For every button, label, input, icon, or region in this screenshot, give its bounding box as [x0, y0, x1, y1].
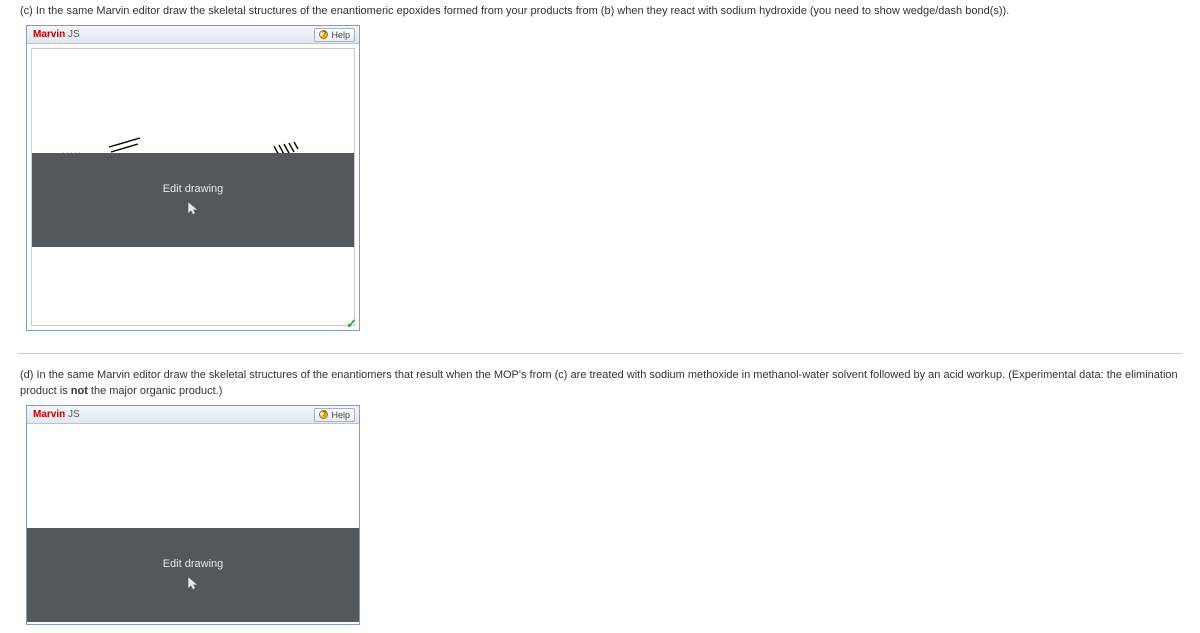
marvin-header: Marvin JS ? Help — [27, 26, 359, 44]
question-d-bold: not — [71, 385, 88, 397]
cursor-arrow-icon — [185, 201, 201, 217]
marvin-title: Marvin JS — [31, 29, 80, 40]
help-label: Help — [331, 410, 350, 420]
help-button[interactable]: ? Help — [314, 408, 355, 422]
checkmark-icon: ✓ — [346, 316, 357, 330]
marvin-brand: Marvin — [33, 409, 65, 420]
canvas-inner: O — [31, 48, 355, 326]
marvin-header: Marvin JS ? Help — [27, 406, 359, 424]
question-d-text: (d) In the same Marvin editor draw the s… — [0, 364, 1200, 403]
help-icon: ? — [319, 30, 328, 39]
edit-drawing-overlay[interactable]: Edit drawing — [32, 153, 354, 247]
canvas-inner: Edit drawing — [27, 424, 359, 624]
edit-drawing-overlay[interactable]: Edit drawing — [27, 528, 359, 622]
marvin-canvas-c[interactable]: O — [27, 44, 359, 330]
help-label: Help — [331, 30, 350, 40]
separator — [18, 353, 1182, 354]
marvin-canvas-d[interactable]: Edit drawing — [27, 424, 359, 624]
edit-drawing-label: Edit drawing — [163, 183, 224, 195]
marvin-editor-c: Marvin JS ? Help — [26, 25, 360, 331]
marvin-editor-d: Marvin JS ? Help Edit drawing — [26, 405, 360, 625]
question-c-text: (c) In the same Marvin editor draw the s… — [0, 0, 1200, 23]
help-button[interactable]: ? Help — [314, 28, 355, 42]
marvin-sub: JS — [68, 409, 80, 420]
edit-drawing-label: Edit drawing — [163, 558, 224, 570]
help-icon: ? — [319, 410, 328, 419]
marvin-title: Marvin JS — [31, 409, 80, 420]
marvin-brand: Marvin — [33, 29, 65, 40]
marvin-sub: JS — [68, 29, 80, 40]
question-d-suffix: the major organic product.) — [88, 385, 223, 397]
cursor-arrow-icon — [185, 576, 201, 592]
